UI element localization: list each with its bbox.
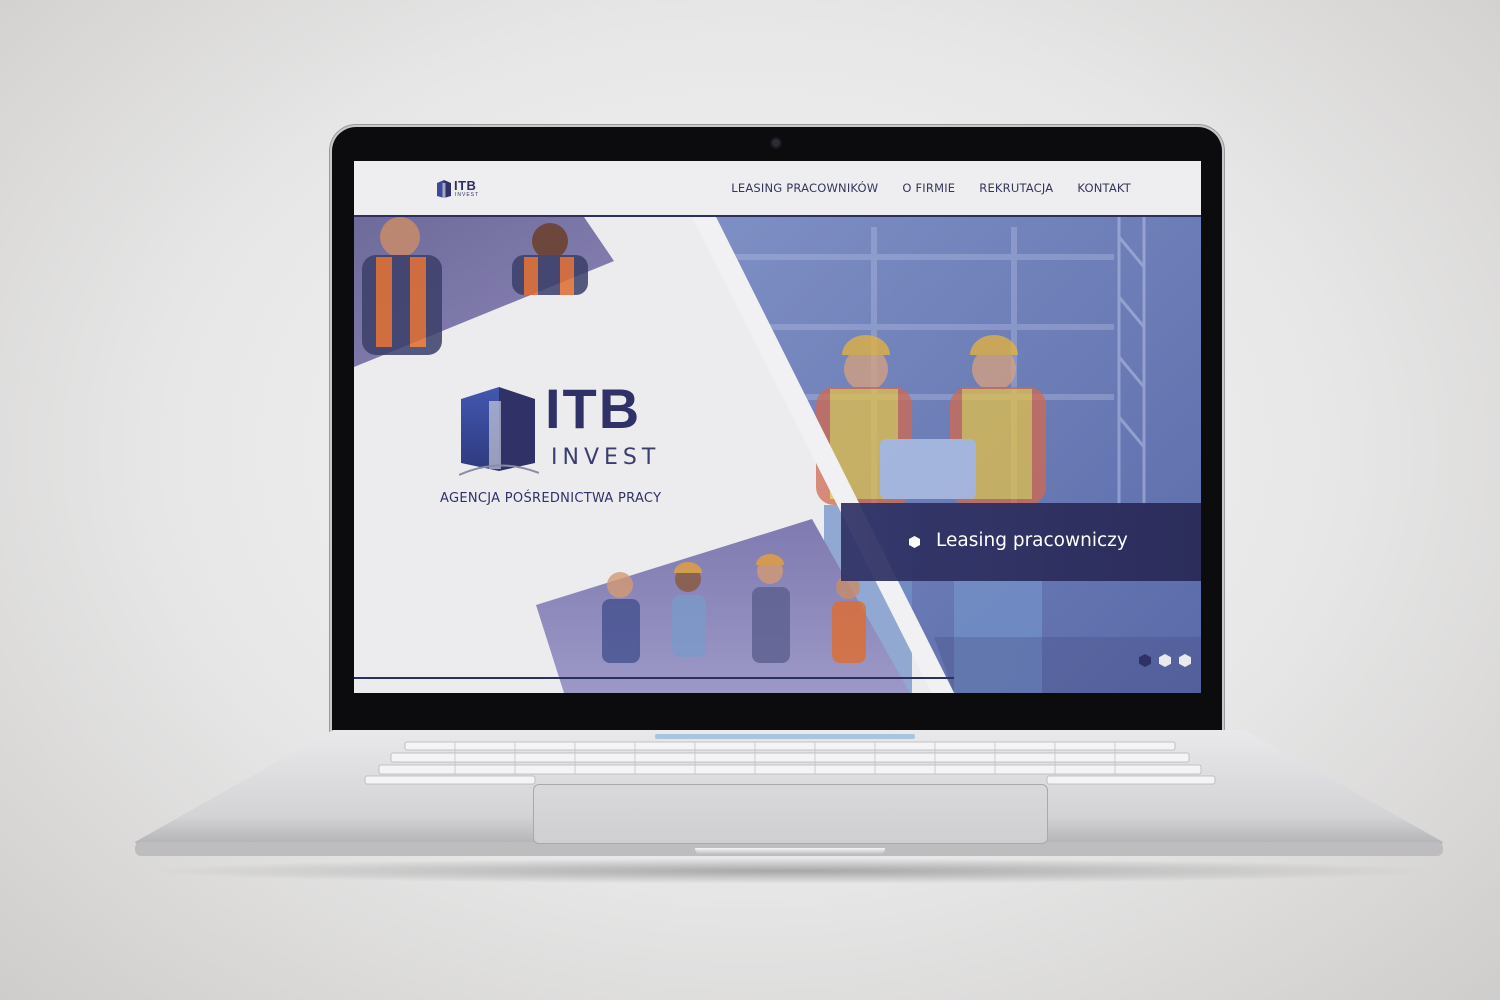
trackpad — [533, 784, 1048, 844]
website-screen: ITB INVEST LEASING PRACOWNIKÓW O FIRMIE … — [354, 161, 1201, 693]
slide-dot-1[interactable] — [1139, 654, 1151, 667]
hero-logo: ITB INVEST — [458, 379, 661, 487]
nav-kontakt[interactable]: KONTAKT — [1077, 181, 1131, 195]
nav-leasing-pracownikow[interactable]: LEASING PRACOWNIKÓW — [731, 181, 878, 195]
hero-tagline: AGENCJA POŚREDNICTWA PRACY — [440, 491, 662, 506]
banner-text: Leasing pracowniczy — [936, 530, 1128, 551]
hero-logo-subtext: INVEST — [551, 445, 661, 470]
slide-dot-2[interactable] — [1159, 654, 1171, 667]
building-logo-icon — [458, 387, 540, 476]
slide-dot-3[interactable] — [1179, 654, 1191, 667]
hero-slider: ITB INVEST AGENCJA POŚREDNICTWA PRACY Le… — [354, 217, 1201, 693]
hero-logo-text: ITB — [545, 377, 642, 440]
site-logo[interactable]: ITB INVEST — [436, 178, 484, 201]
slider-pagination — [1131, 654, 1191, 667]
hexagon-bullet-icon — [909, 536, 920, 548]
laptop-base — [135, 730, 1443, 868]
main-nav: LEASING PRACOWNIKÓW O FIRMIE REKRUTACJA … — [707, 161, 1131, 215]
logo-subtext: INVEST — [455, 192, 480, 198]
webcam-icon — [772, 139, 780, 147]
building-logo-icon — [437, 180, 451, 198]
nav-rekrutacja[interactable]: REKRUTACJA — [979, 181, 1053, 195]
service-banner[interactable]: Leasing pracowniczy — [841, 503, 1201, 581]
site-header: ITB INVEST LEASING PRACOWNIKÓW O FIRMIE … — [354, 161, 1201, 217]
lid-notch — [695, 848, 885, 855]
logo-text: ITB — [454, 178, 477, 193]
hero-divider — [354, 677, 954, 679]
nav-o-firmie[interactable]: O FIRMIE — [902, 181, 955, 195]
laptop-lid: ITB INVEST LEASING PRACOWNIKÓW O FIRMIE … — [332, 127, 1222, 737]
